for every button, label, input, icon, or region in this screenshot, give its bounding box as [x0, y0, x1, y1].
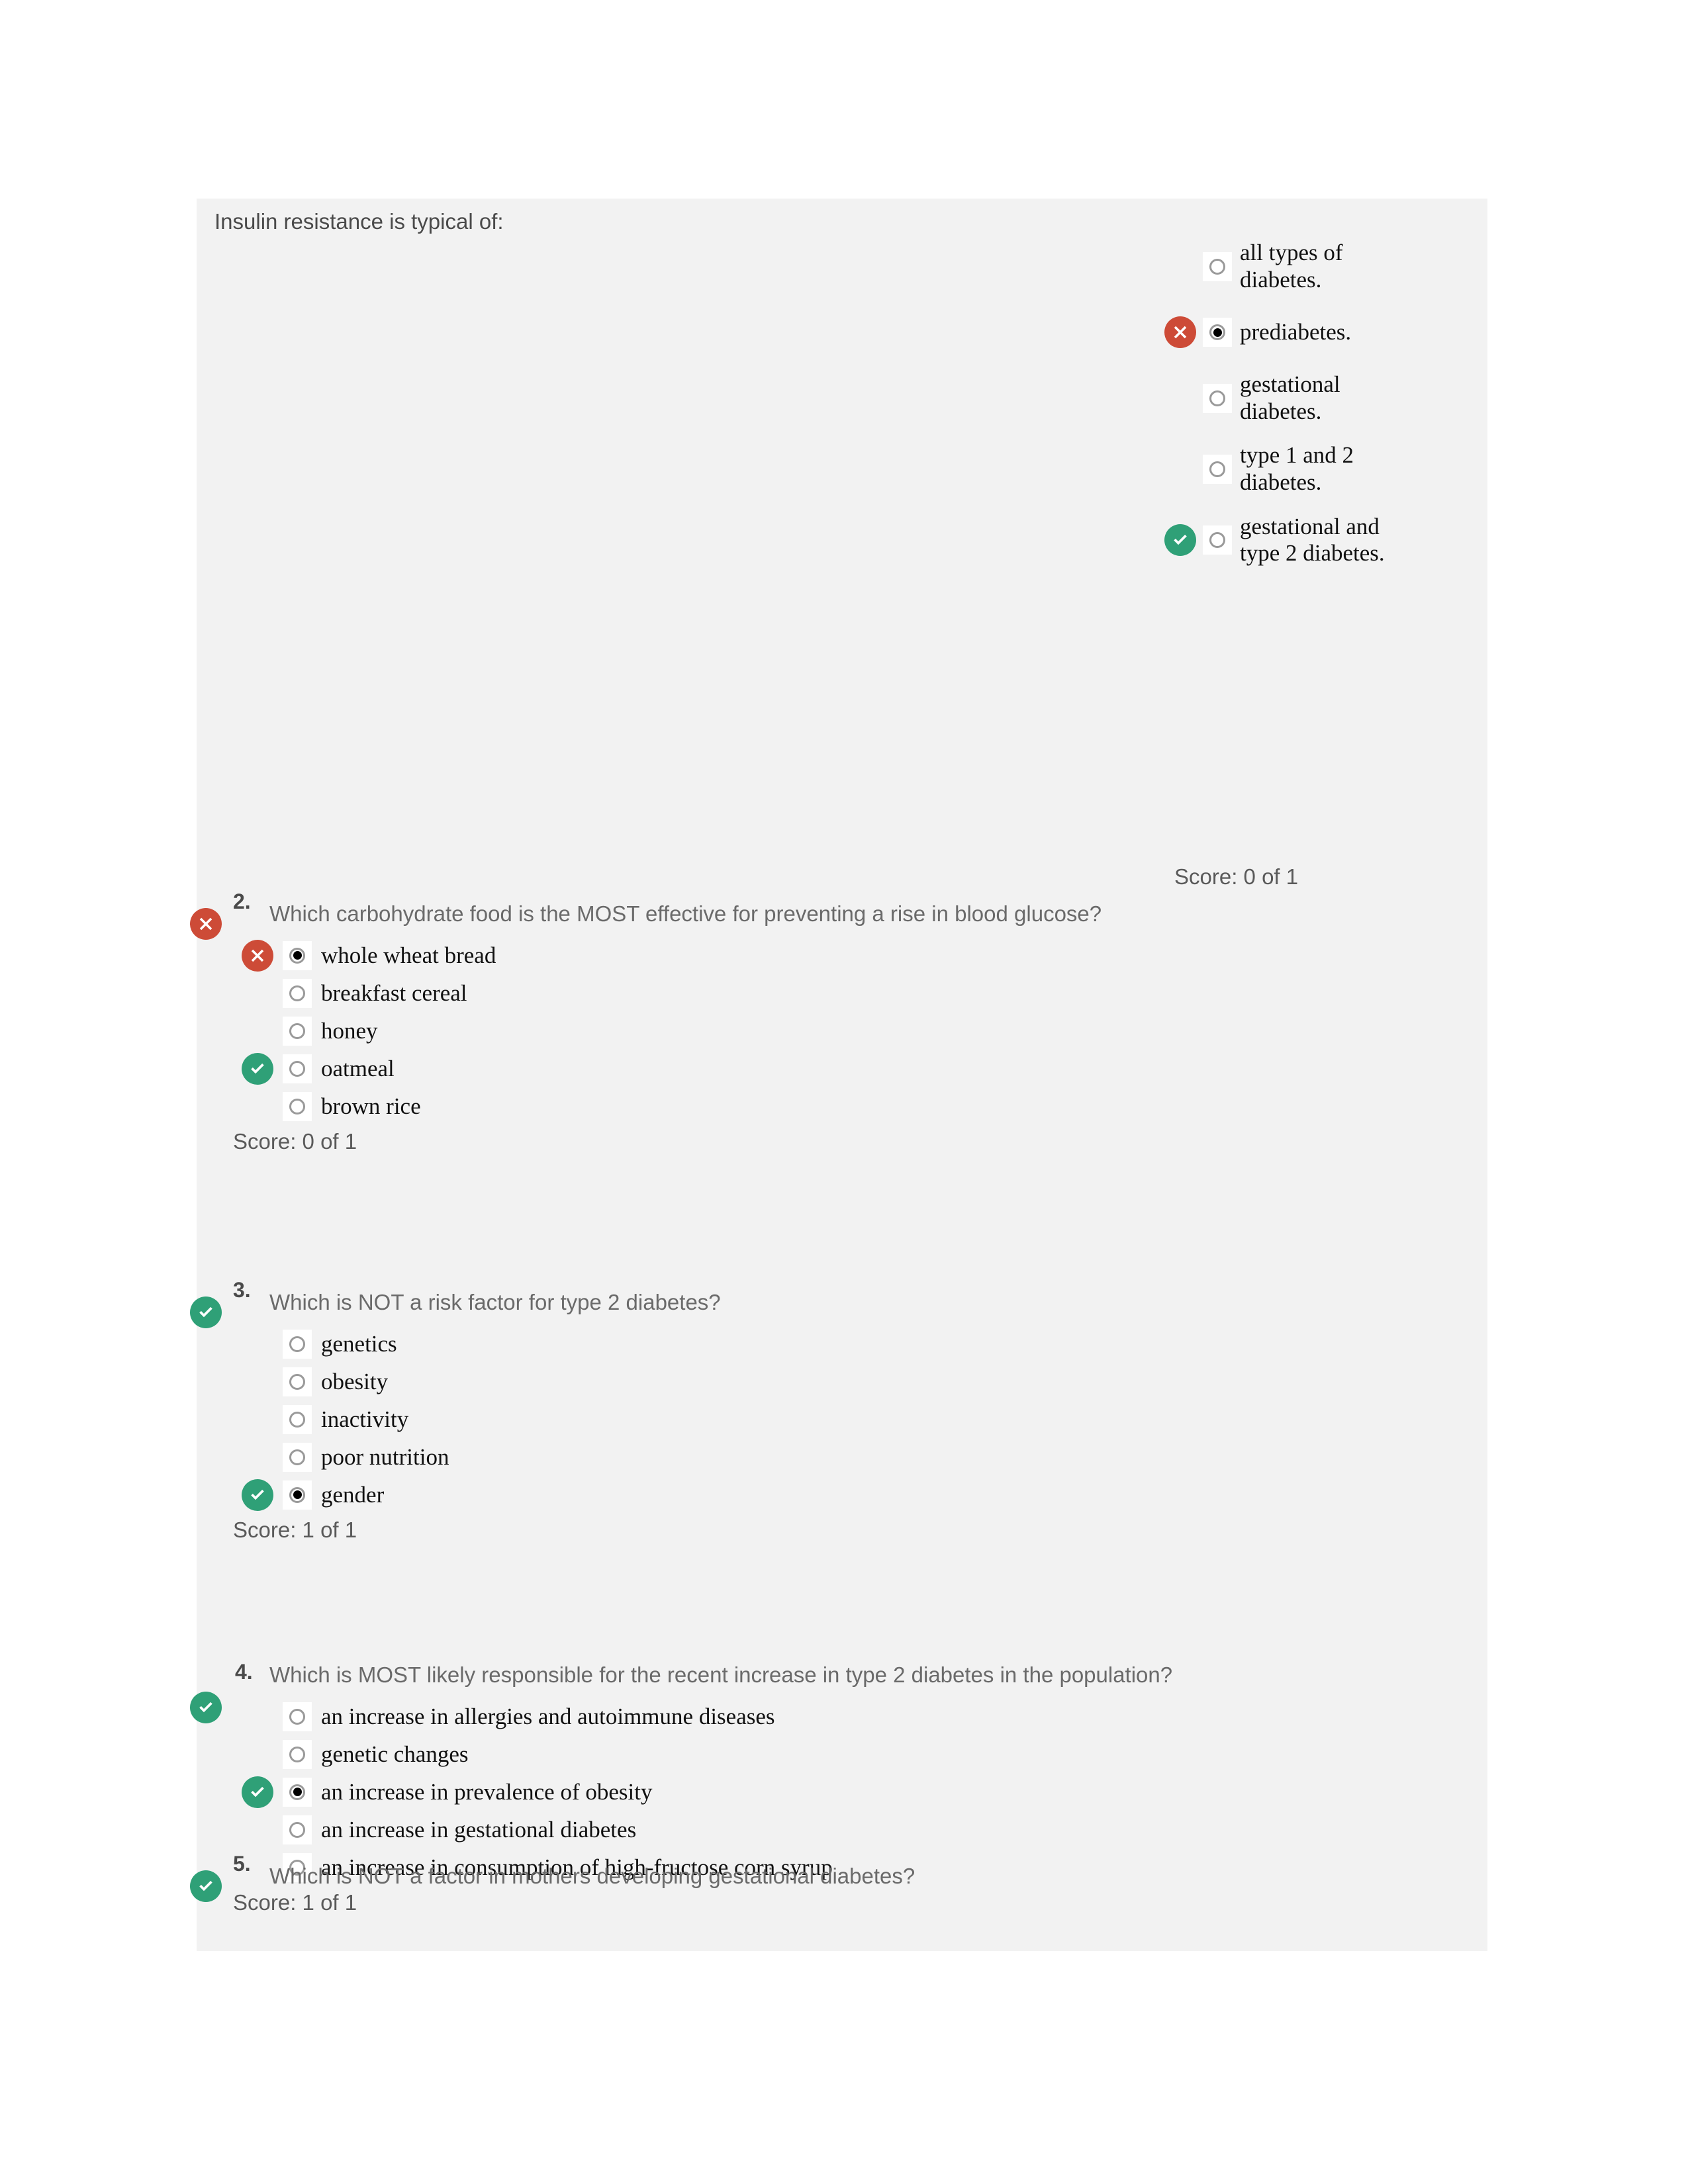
- question-3-options: genetics obesity inactivity poor nutriti…: [242, 1329, 1487, 1511]
- question-4-number: 4.: [235, 1660, 253, 1684]
- question-3-option-1[interactable]: genetics: [283, 1329, 1487, 1359]
- check-circle-icon: [190, 1297, 222, 1328]
- radio-button-icon[interactable]: [283, 1367, 312, 1396]
- question-5: 5. Which is NOT a factor in mothers deve…: [190, 1852, 1487, 1902]
- question-4-stem: Which is MOST likely responsible for the…: [269, 1662, 1173, 1687]
- option-label: gestational and type 2 diabetes.: [1240, 513, 1385, 567]
- question-5-header: 5. Which is NOT a factor in mothers deve…: [190, 1852, 1487, 1902]
- check-circle-icon: [242, 1776, 273, 1808]
- radio-button-icon[interactable]: [283, 1739, 312, 1769]
- question-3-score: Score: 1 of 1: [233, 1517, 357, 1542]
- question-2-stem: Which carbohydrate food is the MOST effe…: [269, 901, 1102, 926]
- question-3: 3. Which is NOT a risk factor for type 2…: [190, 1278, 1487, 1543]
- check-circle-icon: [190, 1692, 222, 1723]
- option-label: gestational diabetes.: [1240, 371, 1340, 424]
- option-label: brown rice: [321, 1093, 421, 1119]
- option-label: type 1 and 2 diabetes.: [1240, 442, 1354, 495]
- radio-button-icon[interactable]: [1203, 383, 1232, 413]
- radio-button-icon[interactable]: [1203, 318, 1232, 347]
- option-label: all types of diabetes.: [1240, 240, 1343, 293]
- question-4-option-3[interactable]: an increase in prevalence of obesity: [242, 1776, 1487, 1808]
- radio-button-icon[interactable]: [283, 1329, 312, 1359]
- check-circle-icon: [1164, 524, 1196, 557]
- radio-button-icon[interactable]: [283, 1091, 312, 1121]
- question-2-number: 2.: [233, 889, 251, 913]
- question-3-option-4[interactable]: poor nutrition: [283, 1442, 1487, 1473]
- question-2-option-3[interactable]: honey: [283, 1016, 1487, 1046]
- question-1-option-1[interactable]: all types of diabetes.: [1203, 240, 1468, 293]
- radio-button-icon[interactable]: [283, 978, 312, 1008]
- radio-button-icon[interactable]: [283, 1442, 312, 1472]
- option-label: inactivity: [321, 1406, 409, 1432]
- option-label: an increase in prevalence of obesity: [321, 1778, 653, 1805]
- question-2-options: whole wheat bread breakfast cereal honey…: [242, 939, 1487, 1122]
- option-label: oatmeal: [321, 1055, 395, 1081]
- question-1-score: Score: 0 of 1: [1174, 864, 1299, 889]
- question-1-option-3[interactable]: gestational diabetes.: [1203, 371, 1468, 425]
- question-2-header: 2. Which carbohydrate food is the MOST e…: [190, 889, 1487, 940]
- radio-button-icon[interactable]: [283, 1054, 312, 1083]
- question-3-option-2[interactable]: obesity: [283, 1367, 1487, 1397]
- radio-button-icon[interactable]: [283, 1777, 312, 1807]
- question-5-stem: Which is NOT a factor in mothers develop…: [269, 1864, 915, 1888]
- question-3-number: 3.: [233, 1278, 251, 1302]
- radio-button-icon[interactable]: [1203, 454, 1232, 484]
- question-4-score: Score: 1 of 1: [233, 1889, 357, 1915]
- question-1-stem: Insulin resistance is typical of:: [214, 209, 504, 234]
- option-label: an increase in allergies and autoimmune …: [321, 1703, 775, 1729]
- radio-button-icon[interactable]: [283, 1480, 312, 1510]
- option-label: genetic changes: [321, 1741, 469, 1767]
- question-2-option-5[interactable]: brown rice: [283, 1091, 1487, 1122]
- option-label: gender: [321, 1481, 385, 1508]
- radio-button-icon[interactable]: [283, 1815, 312, 1844]
- option-label: poor nutrition: [321, 1443, 449, 1470]
- option-label: prediabetes.: [1240, 318, 1352, 345]
- x-circle-icon: [1164, 316, 1196, 349]
- radio-button-icon[interactable]: [283, 1702, 312, 1731]
- radio-button-icon[interactable]: [283, 940, 312, 970]
- x-circle-icon: [242, 939, 273, 972]
- quiz-review-page: Insulin resistance is typical of: all ty…: [0, 0, 1688, 2184]
- check-circle-icon: [242, 1479, 273, 1511]
- option-label: genetics: [321, 1330, 397, 1357]
- question-2-option-2[interactable]: breakfast cereal: [283, 978, 1487, 1009]
- x-circle-icon: [190, 908, 222, 940]
- radio-button-icon[interactable]: [283, 1404, 312, 1434]
- question-3-option-5[interactable]: gender: [242, 1479, 1487, 1511]
- question-4-option-4[interactable]: an increase in gestational diabetes: [283, 1815, 1487, 1845]
- question-3-header: 3. Which is NOT a risk factor for type 2…: [190, 1278, 1487, 1328]
- question-4-option-2[interactable]: genetic changes: [283, 1739, 1487, 1770]
- question-1-option-4[interactable]: type 1 and 2 diabetes.: [1203, 442, 1468, 496]
- question-1-options: all types of diabetes. prediabetes. gest…: [1164, 240, 1468, 584]
- question-3-option-3[interactable]: inactivity: [283, 1404, 1487, 1435]
- option-label: an increase in gestational diabetes: [321, 1816, 637, 1843]
- quiz-panel: Insulin resistance is typical of: all ty…: [190, 199, 1487, 1951]
- question-1-option-5[interactable]: gestational and type 2 diabetes.: [1164, 513, 1468, 567]
- question-3-stem: Which is NOT a risk factor for type 2 di…: [269, 1290, 721, 1314]
- option-label: honey: [321, 1017, 378, 1044]
- radio-button-icon[interactable]: [1203, 251, 1232, 281]
- option-label: breakfast cereal: [321, 979, 467, 1006]
- question-2-option-4[interactable]: oatmeal: [242, 1052, 1487, 1085]
- question-4-option-1[interactable]: an increase in allergies and autoimmune …: [283, 1702, 1487, 1732]
- radio-button-icon[interactable]: [1203, 525, 1232, 555]
- question-4-header: 4. Which is MOST likely responsible for …: [190, 1660, 1487, 1723]
- question-2-option-1[interactable]: whole wheat bread: [242, 939, 1487, 972]
- radio-button-icon[interactable]: [283, 1016, 312, 1046]
- check-circle-icon: [242, 1052, 273, 1085]
- check-circle-icon: [190, 1870, 222, 1902]
- question-4-options: an increase in allergies and autoimmune …: [242, 1702, 1487, 1883]
- question-1-option-2[interactable]: prediabetes.: [1164, 310, 1468, 354]
- question-5-number: 5.: [233, 1852, 251, 1876]
- question-2-score: Score: 0 of 1: [233, 1128, 357, 1154]
- option-label: obesity: [321, 1368, 389, 1394]
- option-label: whole wheat bread: [321, 942, 496, 968]
- question-2: 2. Which carbohydrate food is the MOST e…: [190, 889, 1487, 1154]
